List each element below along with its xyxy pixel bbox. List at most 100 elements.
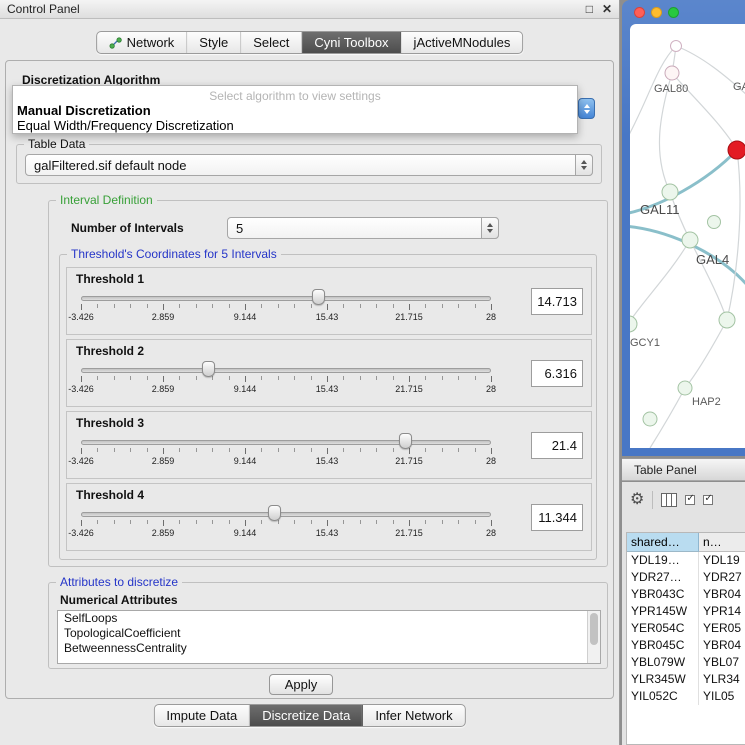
tick-mark (475, 448, 476, 452)
network-node-gal4[interactable] (682, 232, 698, 248)
threshold-value-field[interactable]: 14.713 (531, 288, 583, 315)
table-cell: YIL052C (627, 688, 699, 705)
network-node-gal80[interactable] (665, 66, 679, 80)
tick-mark (212, 520, 213, 524)
zoom-traffic-icon[interactable] (668, 7, 679, 18)
close-icon[interactable]: ✕ (602, 2, 612, 16)
tick-mark (179, 448, 180, 452)
slider-track[interactable] (81, 296, 491, 301)
table-data-combo[interactable]: galFiltered.sif default node (25, 154, 593, 176)
tick-mark (245, 376, 246, 382)
threshold-value-field[interactable]: 21.4 (531, 432, 583, 459)
network-node[interactable] (708, 216, 721, 229)
scale-label: 28 (486, 528, 496, 538)
combo-stepper-icon (575, 154, 593, 176)
algorithm-combo-stepper[interactable] (578, 98, 595, 119)
table-row[interactable]: YER054CYER05 (627, 620, 745, 637)
tab-select[interactable]: Select (241, 32, 302, 53)
dropdown-item-manual-discretization[interactable]: Manual Discretization (13, 103, 577, 118)
list-item[interactable]: SelfLoops (58, 611, 600, 626)
tab-impute-data[interactable]: Impute Data (154, 705, 250, 726)
threshold-slider[interactable]: -3.4262.8599.14415.4321.71528 (81, 364, 491, 398)
network-node-hap2[interactable] (678, 381, 692, 395)
tick-mark (147, 520, 148, 524)
tick-mark (343, 448, 344, 452)
threshold-value-field[interactable]: 6.316 (531, 360, 583, 387)
scale-label: 15.43 (316, 384, 339, 394)
show-columns-icon[interactable] (661, 493, 677, 507)
tab-label: Style (199, 35, 228, 50)
tab-infer-network[interactable]: Infer Network (363, 705, 464, 726)
table-row[interactable]: YDR27…YDR27 (627, 569, 745, 586)
network-edge[interactable] (685, 320, 727, 388)
network-edge[interactable] (630, 46, 676, 144)
list-item[interactable]: TopologicalCoefficient (58, 626, 600, 641)
scale-label: 21.715 (395, 312, 423, 322)
network-canvas[interactable]: GAL80 GA GAL11 GAL4 GCY1 HAP2 (630, 24, 745, 448)
table-row[interactable]: YBL079WYBL07 (627, 654, 745, 671)
tick-mark (229, 304, 230, 308)
tick-mark (196, 520, 197, 524)
tick-mark (114, 448, 115, 452)
scale-label: 21.715 (395, 384, 423, 394)
table-cell: YDR27… (627, 569, 699, 586)
close-traffic-icon[interactable] (634, 7, 645, 18)
minimize-traffic-icon[interactable] (651, 7, 662, 18)
network-node-gcy1[interactable] (630, 316, 637, 332)
tab-discretize-data[interactable]: Discretize Data (250, 705, 363, 726)
table-row[interactable]: YBR043CYBR04 (627, 586, 745, 603)
scrollbar-thumb[interactable] (590, 613, 598, 645)
tick-mark (491, 376, 492, 382)
combo-stepper-icon (481, 217, 499, 239)
table-row[interactable]: YDL19…YDL19 (627, 552, 745, 569)
network-node[interactable] (643, 412, 657, 426)
slider-thumb[interactable] (312, 289, 325, 305)
node-label-truncated: GA (733, 81, 745, 93)
network-node[interactable] (719, 312, 735, 328)
tick-mark (179, 520, 180, 524)
column-header-name[interactable]: n… (699, 533, 745, 552)
apply-button[interactable]: Apply (269, 674, 333, 695)
number-of-intervals-combo[interactable]: 5 (227, 217, 499, 239)
slider-track[interactable] (81, 440, 491, 445)
threshold-slider[interactable]: -3.4262.8599.14415.4321.71528 (81, 292, 491, 326)
numerical-attributes-list[interactable]: SelfLoopsTopologicalCoefficientBetweenne… (57, 610, 601, 664)
network-edge[interactable] (630, 240, 690, 324)
list-item[interactable]: BetweennessCentrality (58, 641, 600, 656)
table-row[interactable]: YIL052CYIL05 (627, 688, 745, 705)
tick-mark (229, 448, 230, 452)
threshold-slider[interactable]: -3.4262.8599.14415.4321.71528 (81, 508, 491, 542)
interval-definition-title: Interval Definition (56, 193, 157, 207)
threshold-slider[interactable]: -3.4262.8599.14415.4321.71528 (81, 436, 491, 470)
tab-jactivemnodules[interactable]: jActiveMNodules (402, 32, 523, 53)
dropdown-item-equal-width-frequency[interactable]: Equal Width/Frequency Discretization (13, 118, 577, 133)
table-row[interactable]: YPR145WYPR14 (627, 603, 745, 620)
unselect-all-columns-icon[interactable] (703, 495, 713, 505)
slider-thumb[interactable] (268, 505, 281, 521)
slider-thumb[interactable] (399, 433, 412, 449)
list-scrollbar[interactable] (587, 611, 600, 663)
tab-cyni-toolbox[interactable]: Cyni Toolbox (302, 32, 401, 53)
column-header-shared-name[interactable]: shared… (627, 533, 699, 552)
network-node-gal11[interactable] (662, 184, 678, 200)
slider-thumb[interactable] (202, 361, 215, 377)
network-node-selected[interactable] (728, 141, 745, 159)
network-node[interactable] (671, 41, 682, 52)
tab-network[interactable]: Network (97, 32, 188, 53)
slider-track[interactable] (81, 512, 491, 517)
network-edge[interactable] (727, 150, 740, 320)
table-row[interactable]: YBR045CYBR04 (627, 637, 745, 654)
gear-icon[interactable]: ⚙ (630, 492, 644, 508)
table-row[interactable]: YLR345WYLR34 (627, 671, 745, 688)
tab-style[interactable]: Style (187, 32, 241, 53)
tick-mark (81, 448, 82, 454)
float-window-icon[interactable]: □ (586, 2, 593, 16)
slider-track[interactable] (81, 368, 491, 373)
tick-mark (97, 448, 98, 452)
threshold-value-field[interactable]: 11.344 (531, 504, 583, 531)
tick-mark (130, 448, 131, 452)
table-panel-header[interactable]: Table Panel (622, 458, 745, 481)
tick-mark (147, 304, 148, 308)
select-all-columns-icon[interactable] (685, 495, 695, 505)
tick-mark (475, 520, 476, 524)
